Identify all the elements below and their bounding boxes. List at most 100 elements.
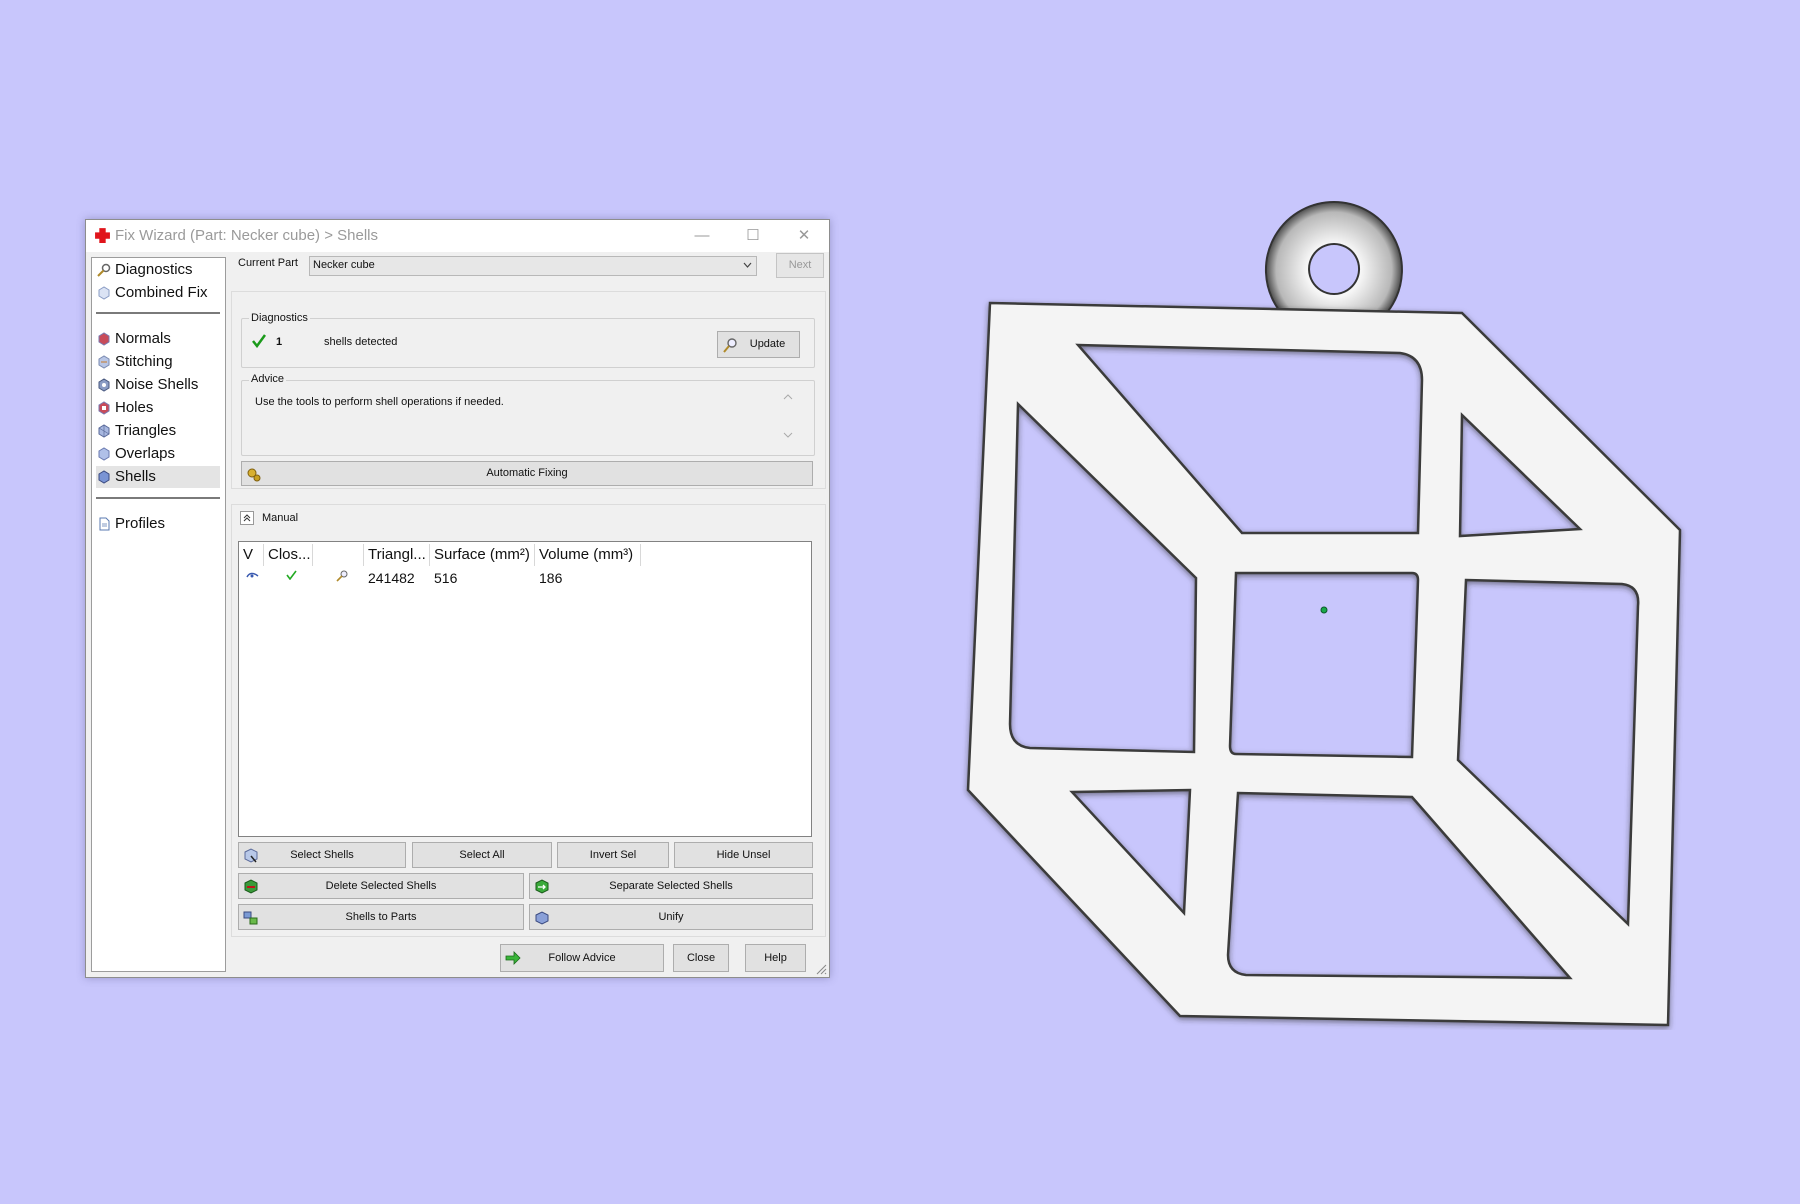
follow-advice-button[interactable]: Follow Advice bbox=[500, 944, 664, 972]
collapse-button[interactable] bbox=[240, 511, 254, 525]
column-header-triangles[interactable]: Triangl... bbox=[364, 544, 430, 566]
sidebar-item-normals[interactable]: Normals bbox=[96, 328, 220, 350]
manual-title: Manual bbox=[262, 512, 299, 524]
scroll-up-icon[interactable] bbox=[783, 394, 793, 400]
checkmark-icon bbox=[252, 334, 266, 348]
magnifier-icon bbox=[723, 338, 737, 353]
cube-icon bbox=[98, 286, 110, 300]
invert-selection-button[interactable]: Invert Sel bbox=[557, 842, 669, 868]
column-header-surface[interactable]: Surface (mm²) bbox=[430, 544, 535, 566]
sidebar-item-label: Noise Shells bbox=[115, 376, 199, 393]
column-header-closed[interactable]: Clos... bbox=[264, 544, 313, 566]
sidebar-item-diagnostics[interactable]: Diagnostics bbox=[96, 259, 220, 281]
select-shells-label: Select Shells bbox=[290, 849, 354, 861]
shells-to-parts-icon bbox=[243, 911, 258, 925]
model-body bbox=[966, 301, 1682, 1027]
sidebar-item-label: Diagnostics bbox=[115, 261, 193, 278]
maximize-button[interactable]: ☐ bbox=[732, 223, 774, 249]
sidebar-item-noise-shells[interactable]: Noise Shells bbox=[96, 374, 220, 396]
shell-count: 1 bbox=[276, 336, 283, 348]
hide-unselected-button[interactable]: Hide Unsel bbox=[674, 842, 813, 868]
select-all-button[interactable]: Select All bbox=[412, 842, 552, 868]
select-shells-button[interactable]: Select Shells bbox=[238, 842, 406, 868]
shells-to-parts-label: Shells to Parts bbox=[345, 911, 417, 923]
close-button[interactable]: Close bbox=[673, 944, 729, 972]
triangles-cell: 241482 bbox=[368, 570, 415, 586]
automatic-fixing-label: Automatic Fixing bbox=[486, 467, 568, 479]
shells-to-parts-button[interactable]: Shells to Parts bbox=[238, 904, 524, 930]
surface-cell: 516 bbox=[434, 570, 458, 586]
unify-icon bbox=[535, 911, 549, 925]
help-button[interactable]: Help bbox=[745, 944, 806, 972]
3d-viewport[interactable] bbox=[960, 190, 1695, 1030]
unify-label: Unify bbox=[658, 911, 684, 923]
sidebar-item-holes[interactable]: Holes bbox=[96, 397, 220, 419]
table-row[interactable]: 241482 516 186 bbox=[239, 567, 811, 589]
automatic-fixing-button[interactable]: Automatic Fixing bbox=[241, 461, 813, 486]
separate-selected-shells-button[interactable]: Separate Selected Shells bbox=[529, 873, 813, 899]
sidebar-item-triangles[interactable]: Triangles bbox=[96, 420, 220, 442]
sidebar-item-label: Stitching bbox=[115, 353, 173, 370]
magnifier-icon[interactable] bbox=[336, 570, 348, 582]
shells-table: V Clos... Triangl... Surface (mm²) Volum… bbox=[238, 541, 812, 837]
sidebar-divider bbox=[96, 497, 220, 499]
sidebar-item-label: Overlaps bbox=[115, 445, 176, 462]
diagnostics-text: shells detected bbox=[324, 336, 398, 348]
advice-title: Advice bbox=[249, 373, 287, 385]
column-header-volume[interactable]: Volume (mm³) bbox=[535, 544, 641, 566]
shells-icon bbox=[98, 470, 110, 484]
sidebar-item-label: Normals bbox=[115, 330, 171, 347]
sidebar-item-label: Combined Fix bbox=[115, 284, 208, 301]
sidebar-item-label: Triangles bbox=[115, 422, 177, 439]
holes-icon bbox=[98, 401, 110, 415]
sidebar-divider bbox=[96, 312, 220, 314]
window-title: Fix Wizard (Part: Necker cube) > Shells bbox=[115, 227, 378, 244]
next-button[interactable]: Next bbox=[776, 253, 824, 278]
close-window-button[interactable]: ✕ bbox=[783, 223, 825, 249]
column-header-inspect[interactable] bbox=[313, 544, 364, 566]
sidebar-item-label: Holes bbox=[115, 399, 154, 416]
sidebar-item-combined-fix[interactable]: Combined Fix bbox=[96, 282, 220, 304]
current-part-label: Current Part bbox=[238, 257, 298, 269]
delete-shells-icon bbox=[244, 879, 258, 894]
pivot-point bbox=[1320, 606, 1328, 614]
separate-shells-icon bbox=[535, 879, 549, 894]
normals-icon bbox=[98, 332, 110, 346]
sidebar-item-label: Profiles bbox=[115, 515, 166, 532]
sidebar-item-profiles[interactable]: Profiles bbox=[96, 513, 220, 535]
green-arrow-icon bbox=[505, 951, 521, 965]
advice-group bbox=[241, 380, 815, 456]
noise-shells-icon bbox=[98, 378, 110, 392]
resize-grip-icon[interactable] bbox=[816, 964, 827, 975]
title-bar[interactable]: Fix Wizard (Part: Necker cube) > Shells … bbox=[86, 220, 829, 252]
separate-selected-shells-label: Separate Selected Shells bbox=[609, 880, 733, 892]
advice-text: Use the tools to perform shell operation… bbox=[255, 396, 504, 408]
current-part-value: Necker cube bbox=[313, 259, 375, 271]
necker-cube-model bbox=[966, 201, 1682, 1027]
fix-wizard-dialog: Fix Wizard (Part: Necker cube) > Shells … bbox=[85, 219, 830, 978]
red-cross-icon bbox=[95, 228, 110, 243]
document-icon bbox=[99, 517, 110, 531]
chevron-down-icon bbox=[743, 262, 752, 268]
follow-advice-label: Follow Advice bbox=[548, 952, 616, 964]
column-header-visible[interactable]: V bbox=[239, 544, 264, 566]
sidebar: Diagnostics Combined Fix Normals Stitchi… bbox=[91, 257, 226, 972]
eye-icon[interactable] bbox=[246, 571, 259, 580]
double-chevron-up-icon bbox=[243, 514, 251, 522]
wand-gears-icon bbox=[247, 468, 261, 482]
scroll-down-icon[interactable] bbox=[783, 432, 793, 438]
current-part-select[interactable]: Necker cube bbox=[309, 256, 757, 276]
sidebar-item-label: Shells bbox=[115, 468, 156, 485]
delete-selected-shells-button[interactable]: Delete Selected Shells bbox=[238, 873, 524, 899]
volume-cell: 186 bbox=[539, 570, 563, 586]
update-button[interactable]: Update bbox=[717, 331, 800, 358]
checkmark-icon bbox=[286, 570, 297, 580]
minimize-button[interactable]: — bbox=[681, 223, 723, 249]
overlaps-icon bbox=[98, 447, 110, 461]
magnifier-icon bbox=[97, 263, 111, 277]
sidebar-item-overlaps[interactable]: Overlaps bbox=[96, 443, 220, 465]
sidebar-item-shells[interactable]: Shells bbox=[96, 466, 220, 488]
sidebar-item-stitching[interactable]: Stitching bbox=[96, 351, 220, 373]
unify-button[interactable]: Unify bbox=[529, 904, 813, 930]
select-shells-icon bbox=[244, 848, 258, 863]
